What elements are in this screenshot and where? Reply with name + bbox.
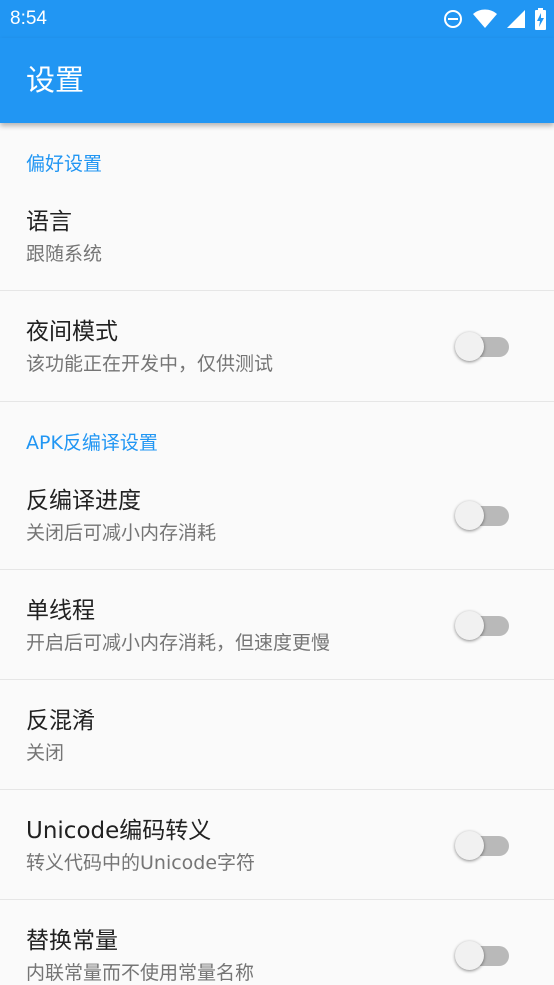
setting-unicode-escape[interactable]: Unicode编码转义 转义代码中的Unicode字符 (0, 790, 554, 900)
setting-title: 反编译进度 (26, 488, 141, 514)
setting-title: 夜间模式 (26, 319, 118, 345)
status-time: 8:54 (10, 8, 47, 29)
setting-summary: 开启后可减小内存消耗，但速度更慢 (26, 632, 331, 654)
setting-title: 替换常量 (26, 928, 118, 954)
switch-thumb (455, 332, 484, 361)
switch-thumb (455, 941, 484, 970)
setting-title: Unicode编码转义 (26, 818, 212, 844)
setting-language[interactable]: 语言 跟随系统 (0, 181, 554, 291)
decompile-progress-switch[interactable] (455, 501, 511, 530)
setting-night-mode[interactable]: 夜间模式 该功能正在开发中，仅供测试 (0, 291, 554, 402)
status-bar: 8:54 (0, 0, 554, 38)
status-icons (443, 8, 546, 30)
switch-thumb (455, 831, 484, 860)
setting-decompile-progress[interactable]: 反编译进度 关闭后可减小内存消耗 (0, 460, 554, 570)
do-not-disturb-icon (444, 10, 462, 28)
setting-deobfuscation[interactable]: 反混淆 关闭 (0, 680, 554, 790)
battery-charging-icon (535, 8, 546, 30)
night-mode-switch[interactable] (455, 332, 511, 361)
setting-summary: 转义代码中的Unicode字符 (26, 852, 256, 874)
setting-summary: 该功能正在开发中，仅供测试 (26, 353, 274, 375)
setting-summary: 跟随系统 (26, 243, 103, 265)
switch-thumb (455, 611, 484, 640)
setting-title: 单线程 (26, 598, 95, 624)
app-bar: 设置 (0, 38, 554, 123)
setting-summary: 关闭 (26, 742, 65, 764)
setting-replace-constants[interactable]: 替换常量 内联常量而不使用常量名称 (0, 900, 554, 985)
unicode-escape-switch[interactable] (455, 831, 511, 860)
setting-title: 反混淆 (26, 708, 95, 734)
single-thread-switch[interactable] (455, 611, 511, 640)
replace-constants-switch[interactable] (455, 941, 511, 970)
section-header-apk-decompile: APK反编译设置 (26, 432, 158, 454)
switch-thumb (455, 501, 484, 530)
cell-signal-icon (507, 10, 525, 28)
page-title: 设置 (26, 63, 85, 97)
setting-title: 语言 (26, 209, 72, 235)
setting-summary: 关闭后可减小内存消耗 (26, 522, 217, 544)
setting-summary: 内联常量而不使用常量名称 (26, 962, 255, 984)
setting-single-thread[interactable]: 单线程 开启后可减小内存消耗，但速度更慢 (0, 570, 554, 680)
section-header-preferences: 偏好设置 (26, 153, 103, 175)
wifi-icon (473, 9, 497, 28)
settings-list[interactable]: 偏好设置 语言 跟随系统 夜间模式 该功能正在开发中，仅供测试 APK反编译设置… (0, 123, 554, 985)
